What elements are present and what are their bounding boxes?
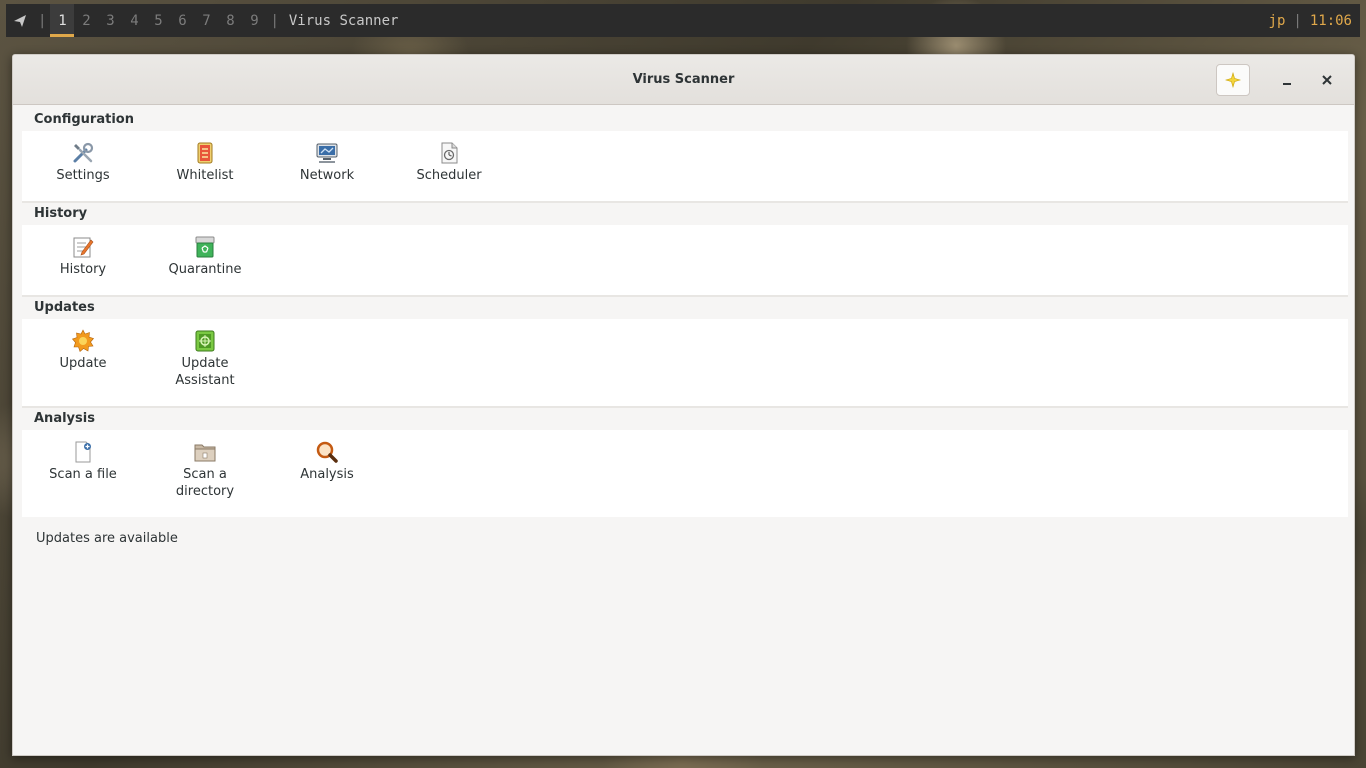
section-items: Settings Whitelist Network Scheduler [22, 131, 1348, 203]
workspace-5[interactable]: 5 [146, 4, 170, 37]
section-configuration: Configuration Settings Whitelist Network… [22, 109, 1348, 203]
history-notepad-icon [71, 235, 95, 259]
scan-directory-icon [193, 440, 217, 464]
workspace-3[interactable]: 3 [98, 4, 122, 37]
main-content: Configuration Settings Whitelist Network… [13, 105, 1354, 546]
star-button[interactable] [1216, 64, 1250, 96]
item-label: Update Assistant [175, 356, 235, 388]
workspace-2[interactable]: 2 [74, 4, 98, 37]
separator: | [1293, 12, 1302, 29]
section-history: History History Quarantine [22, 203, 1348, 297]
scheduler-icon [437, 141, 461, 165]
update-assistant-button[interactable]: Update Assistant [144, 319, 266, 406]
whitelist-button[interactable]: Whitelist [144, 131, 266, 201]
whitelist-icon [193, 141, 217, 165]
update-button[interactable]: Update [22, 319, 144, 406]
section-analysis: Analysis Scan a file Scan a directory An… [22, 408, 1348, 517]
quarantine-icon [193, 235, 217, 259]
focused-window-title[interactable]: Virus Scanner [283, 13, 399, 29]
item-label: Whitelist [176, 168, 234, 183]
section-title: Configuration [34, 112, 134, 127]
top-panel: | 1 2 3 4 5 6 7 8 9 | Virus Scanner jp |… [6, 4, 1360, 37]
scan-file-icon [71, 440, 95, 464]
update-gear-icon [71, 329, 95, 353]
network-icon [315, 141, 339, 165]
separator: | [38, 12, 47, 29]
status-message: Updates are available [36, 531, 178, 546]
item-label: Scheduler [416, 168, 482, 183]
item-label: Analysis [300, 467, 354, 482]
window-titlebar[interactable]: Virus Scanner [13, 55, 1354, 105]
workspace-4[interactable]: 4 [122, 4, 146, 37]
settings-button[interactable]: Settings [22, 131, 144, 201]
item-label: Update [59, 356, 107, 371]
section-title: Updates [34, 300, 95, 315]
minimize-button[interactable] [1271, 65, 1303, 95]
workspace-8[interactable]: 8 [218, 4, 242, 37]
item-label: Network [299, 168, 355, 183]
item-label: Scan a directory [175, 467, 235, 499]
network-button[interactable]: Network [266, 131, 388, 201]
history-button[interactable]: History [22, 225, 144, 295]
scheduler-button[interactable]: Scheduler [388, 131, 510, 201]
workspace-1[interactable]: 1 [50, 4, 75, 37]
window-title: Virus Scanner [632, 72, 735, 87]
status-area: jp | 11:06 [1269, 13, 1360, 29]
minimize-icon [1283, 83, 1291, 85]
workspace-7[interactable]: 7 [194, 4, 218, 37]
workspace-6[interactable]: 6 [170, 4, 194, 37]
item-label: Scan a file [49, 467, 117, 482]
magnifier-icon [315, 440, 339, 464]
section-items: History Quarantine [22, 225, 1348, 297]
virus-scanner-window: Virus Scanner Configuration Settings Whi… [12, 54, 1355, 756]
section-title: History [34, 206, 88, 221]
section-items: Scan a file Scan a directory Analysis [22, 430, 1348, 517]
update-assistant-icon [193, 329, 217, 353]
scan-file-button[interactable]: Scan a file [22, 430, 144, 517]
section-items: Update Update Assistant [22, 319, 1348, 408]
close-icon [1322, 75, 1332, 85]
section-title: Analysis [34, 411, 95, 426]
separator: | [270, 12, 279, 29]
star-icon [1225, 72, 1241, 88]
quarantine-button[interactable]: Quarantine [144, 225, 266, 295]
clock[interactable]: 11:06 [1310, 13, 1352, 29]
launcher-icon[interactable] [6, 4, 34, 37]
item-label: Quarantine [168, 262, 242, 277]
workspace-9[interactable]: 9 [242, 4, 266, 37]
tools-icon [71, 141, 95, 165]
scan-directory-button[interactable]: Scan a directory [144, 430, 266, 517]
section-updates: Updates Update Update Assistant [22, 297, 1348, 408]
analysis-button[interactable]: Analysis [266, 430, 388, 517]
close-button[interactable] [1311, 65, 1343, 95]
item-label: Settings [56, 168, 110, 183]
item-label: History [59, 262, 107, 277]
keyboard-layout[interactable]: jp [1269, 13, 1286, 29]
